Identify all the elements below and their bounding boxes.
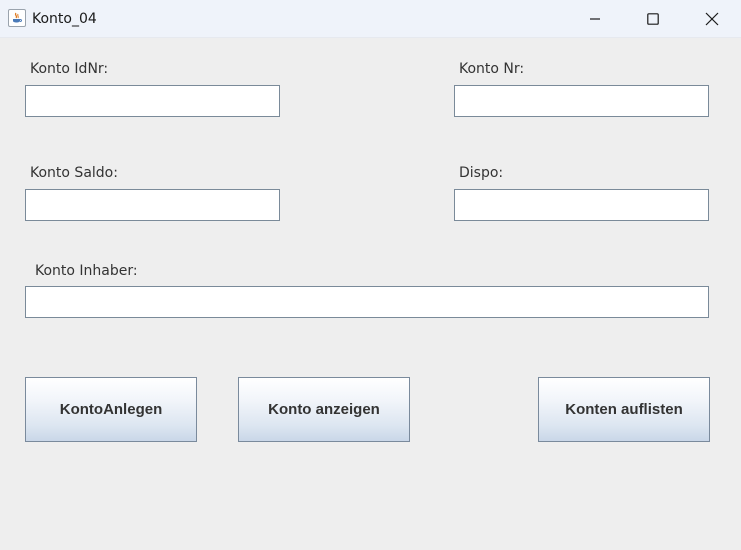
konto-inhaber-field[interactable] xyxy=(25,286,709,318)
konto-idnr-label: Konto IdNr: xyxy=(30,61,109,77)
konto-anzeigen-button[interactable]: Konto anzeigen xyxy=(238,377,410,442)
konto-anlegen-button[interactable]: KontoAnlegen xyxy=(25,377,197,442)
konto-saldo-field[interactable] xyxy=(25,189,280,221)
minimize-button[interactable] xyxy=(566,0,624,38)
maximize-icon xyxy=(647,13,659,25)
title-bar[interactable]: Konto_04 xyxy=(0,0,741,38)
konto-idnr-field[interactable] xyxy=(25,85,280,117)
java-app-icon[interactable] xyxy=(8,9,26,27)
maximize-button[interactable] xyxy=(624,0,682,38)
dispo-label: Dispo: xyxy=(459,165,504,181)
konto-nr-field[interactable] xyxy=(454,85,709,117)
app-window: Konto_04 Konto IdNr: Konto Nr: Konto Sal… xyxy=(0,0,741,550)
konto-nr-label: Konto Nr: xyxy=(459,61,525,77)
dispo-field[interactable] xyxy=(454,189,709,221)
close-button[interactable] xyxy=(683,0,741,38)
konto-saldo-label: Konto Saldo: xyxy=(30,165,118,181)
konten-auflisten-button[interactable]: Konten auflisten xyxy=(538,377,710,442)
close-icon xyxy=(705,12,719,26)
konto-inhaber-label: Konto Inhaber: xyxy=(35,263,138,279)
window-title: Konto_04 xyxy=(32,11,97,27)
minimize-icon xyxy=(590,18,600,20)
